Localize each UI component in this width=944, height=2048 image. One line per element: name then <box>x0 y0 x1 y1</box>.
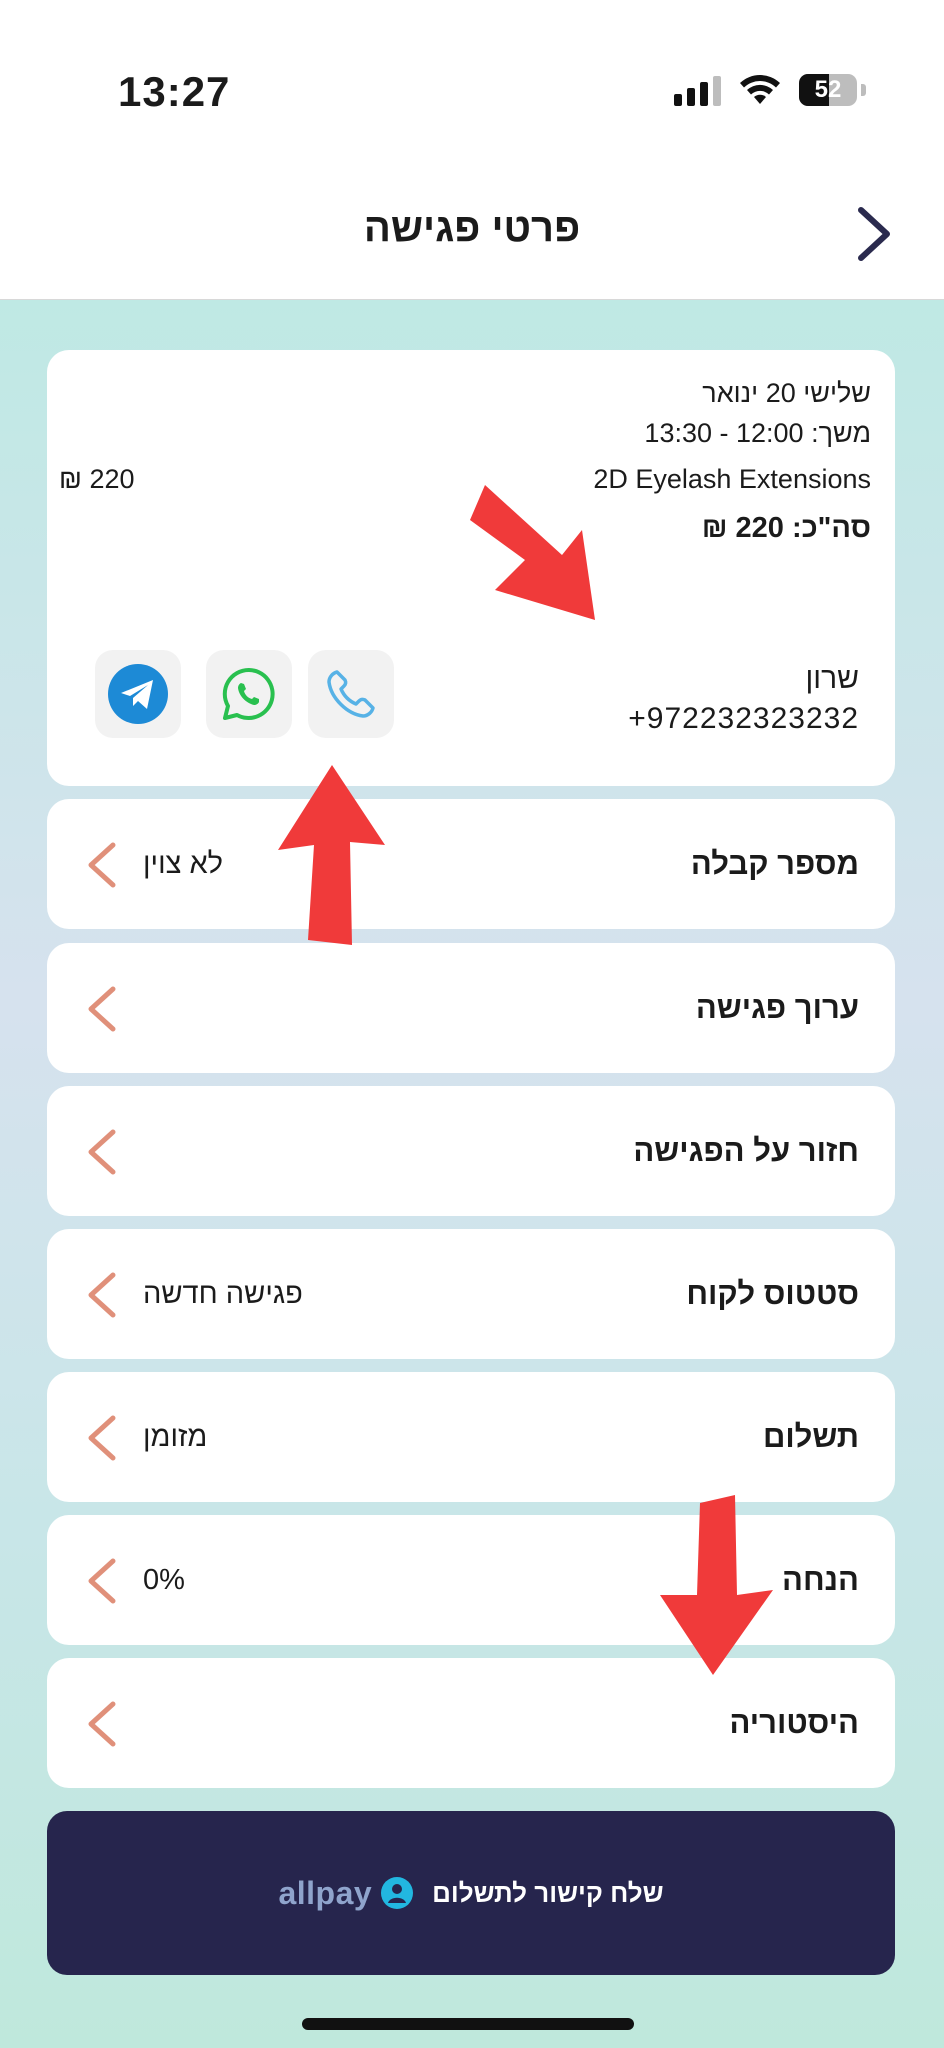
annotation-arrow-icon <box>660 1495 773 1675</box>
chevron-left-icon <box>88 1415 116 1461</box>
row-label: סטטוס לקוח <box>686 1276 859 1311</box>
signal-icon <box>674 74 721 106</box>
home-indicator <box>302 2018 634 2030</box>
page-title: פרטי פגישה <box>363 206 581 250</box>
telegram-icon <box>108 664 168 724</box>
appointment-service: 2D Eyelash Extensions <box>593 464 871 494</box>
back-button[interactable] <box>852 204 896 264</box>
chevron-left-icon <box>88 1129 116 1175</box>
appointment-date: שלישי 20 ינואר <box>702 378 871 408</box>
call-button[interactable] <box>308 650 394 738</box>
row-payment[interactable]: תשלום מזומן <box>47 1372 895 1502</box>
status-bar: 13:27 52 <box>0 0 944 150</box>
client-phone: +972232323232 <box>628 702 859 735</box>
row-value: פגישה חדשה <box>143 1277 303 1310</box>
row-repeat-appointment[interactable]: חזור על הפגישה <box>47 1086 895 1216</box>
client-name: שרון <box>805 662 859 695</box>
row-value: לא צוין <box>143 847 224 880</box>
row-client-status[interactable]: סטטוס לקוח פגישה חדשה <box>47 1229 895 1359</box>
row-label: הנחה <box>782 1562 859 1597</box>
wifi-icon <box>740 75 780 104</box>
chevron-left-icon <box>88 842 116 888</box>
phone-icon <box>327 670 375 718</box>
battery-icon: 52 <box>799 74 857 106</box>
row-edit-appointment[interactable]: ערוך פגישה <box>47 943 895 1073</box>
annotation-arrow-icon <box>278 765 385 945</box>
whatsapp-icon <box>222 667 275 720</box>
nav-header: פרטי פגישה <box>0 150 944 300</box>
status-icons: 52 <box>674 74 866 106</box>
battery-level: 52 <box>814 76 842 103</box>
send-payment-link-button[interactable]: allpay שלח קישור לתשלום <box>47 1811 895 1975</box>
annotation-arrow-icon <box>470 485 595 620</box>
row-value: 0% <box>143 1563 185 1596</box>
row-label: מספר קבלה <box>690 846 859 881</box>
service-price: 220 ₪ <box>59 464 135 494</box>
chevron-left-icon <box>88 986 116 1032</box>
row-value: מזומן <box>143 1420 208 1453</box>
chevron-left-icon <box>88 1272 116 1318</box>
appointment-duration: משך: 12:00 - 13:30 <box>644 418 871 448</box>
allpay-user-icon <box>381 1877 414 1909</box>
send-payment-link-label: שלח קישור לתשלום <box>432 1877 664 1908</box>
chevron-left-icon <box>88 1701 116 1747</box>
chevron-left-icon <box>88 1558 116 1604</box>
allpay-brand: allpay <box>278 1874 373 1911</box>
row-label: חזור על הפגישה <box>633 1133 859 1168</box>
status-time: 13:27 <box>118 68 231 115</box>
whatsapp-button[interactable] <box>206 650 292 738</box>
row-label: תשלום <box>763 1419 859 1454</box>
allpay-logo: allpay <box>278 1875 414 1912</box>
row-receipt-number[interactable]: מספר קבלה לא צוין <box>47 799 895 929</box>
appointment-total: סה"כ: 220 ₪ <box>701 512 871 544</box>
chevron-right-icon <box>858 207 890 261</box>
telegram-button[interactable] <box>95 650 181 738</box>
row-label: ערוך פגישה <box>695 990 859 1025</box>
